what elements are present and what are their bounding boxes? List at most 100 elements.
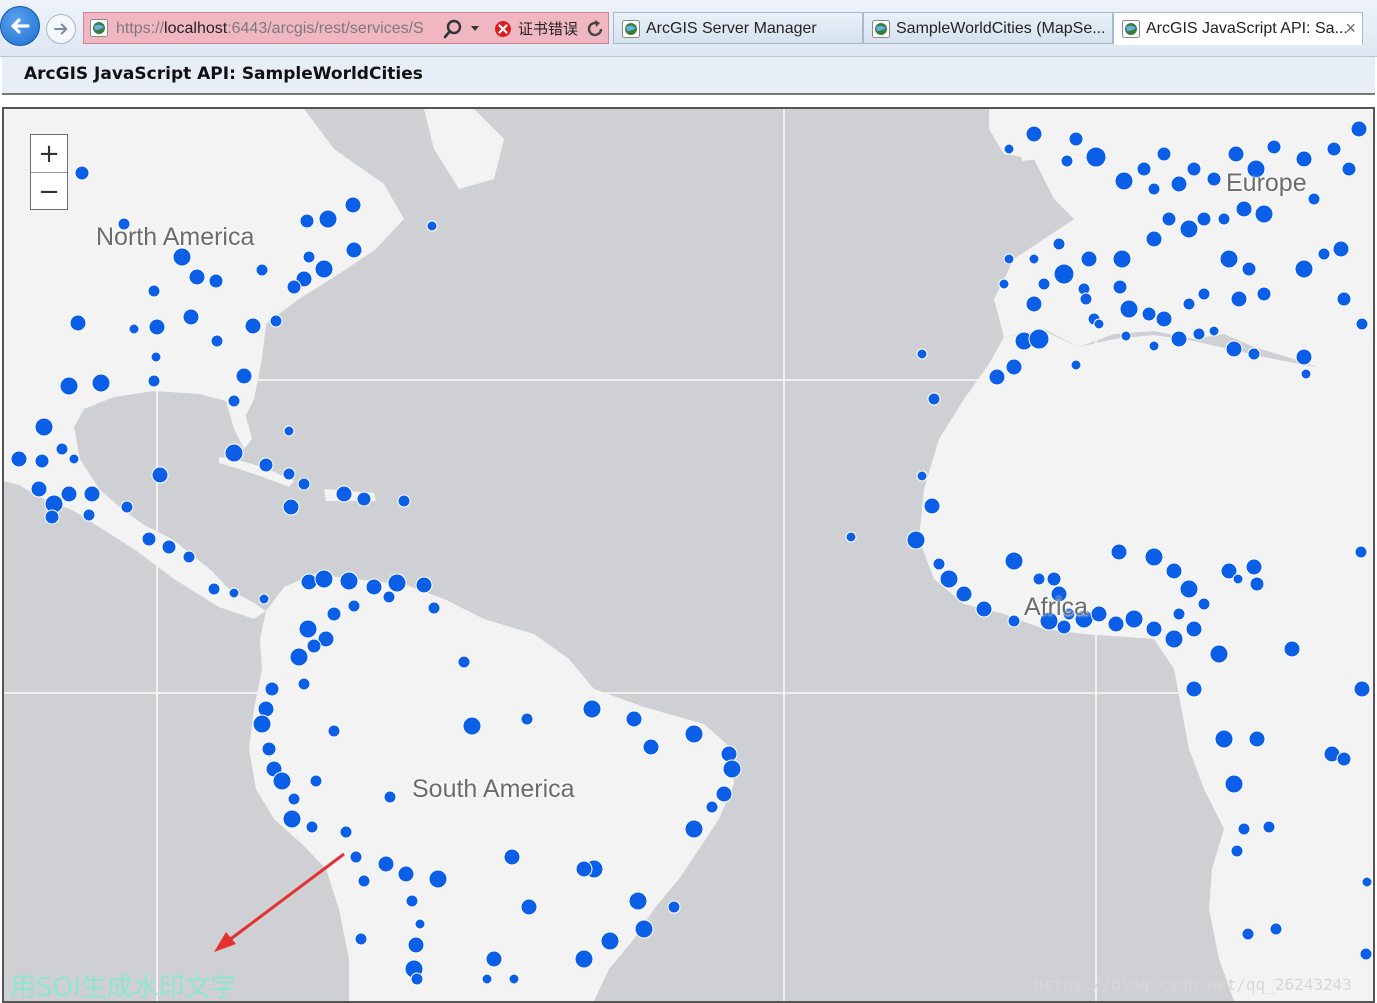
forward-button[interactable] bbox=[46, 14, 76, 44]
city-point[interactable] bbox=[1090, 605, 1108, 623]
tab-arcgis-server-manager[interactable]: ArcGIS Server Manager bbox=[613, 12, 863, 44]
city-point[interactable] bbox=[975, 600, 993, 618]
city-point[interactable] bbox=[1148, 340, 1160, 352]
city-point[interactable] bbox=[1224, 774, 1244, 794]
city-point[interactable] bbox=[335, 485, 353, 503]
city-point[interactable] bbox=[69, 314, 87, 332]
city-point[interactable] bbox=[207, 582, 221, 596]
back-button[interactable] bbox=[0, 6, 40, 46]
city-point[interactable] bbox=[715, 785, 733, 803]
city-point[interactable] bbox=[318, 209, 338, 229]
city-point[interactable] bbox=[1182, 297, 1196, 311]
city-point[interactable] bbox=[235, 367, 253, 385]
city-point[interactable] bbox=[1025, 125, 1043, 143]
city-point[interactable] bbox=[1156, 146, 1172, 162]
city-point[interactable] bbox=[1185, 620, 1203, 638]
city-point[interactable] bbox=[415, 576, 433, 594]
city-point[interactable] bbox=[1225, 340, 1243, 358]
city-point[interactable] bbox=[1079, 292, 1093, 306]
city-point[interactable] bbox=[258, 593, 270, 605]
city-point[interactable] bbox=[1350, 120, 1368, 138]
city-point[interactable] bbox=[503, 848, 521, 866]
city-point[interactable] bbox=[1068, 131, 1084, 147]
city-point[interactable] bbox=[1237, 822, 1251, 836]
city-point[interactable] bbox=[1120, 330, 1132, 342]
city-point[interactable] bbox=[1227, 145, 1245, 163]
city-point[interactable] bbox=[1170, 175, 1188, 193]
city-point[interactable] bbox=[397, 494, 411, 508]
address-bar[interactable]: https://localhost:6443/arcgis/rest/servi… bbox=[83, 12, 609, 44]
city-point[interactable] bbox=[520, 898, 538, 916]
city-point[interactable] bbox=[387, 573, 407, 593]
city-point[interactable] bbox=[210, 334, 224, 348]
city-point[interactable] bbox=[297, 477, 311, 491]
city-point[interactable] bbox=[59, 376, 79, 396]
city-point[interactable] bbox=[182, 308, 200, 326]
city-point[interactable] bbox=[1028, 253, 1040, 265]
city-point[interactable] bbox=[1112, 279, 1128, 295]
city-point[interactable] bbox=[327, 724, 341, 738]
city-point[interactable] bbox=[1217, 212, 1231, 226]
zoom-out-button[interactable]: − bbox=[31, 173, 67, 210]
city-point[interactable] bbox=[1355, 317, 1369, 331]
city-point[interactable] bbox=[1208, 325, 1220, 337]
city-point[interactable] bbox=[1144, 547, 1164, 567]
city-point[interactable] bbox=[1141, 306, 1157, 322]
city-point[interactable] bbox=[1235, 200, 1253, 218]
city-point[interactable] bbox=[286, 279, 302, 295]
city-point[interactable] bbox=[1124, 609, 1144, 629]
city-point[interactable] bbox=[1248, 730, 1266, 748]
city-point[interactable] bbox=[141, 531, 157, 547]
city-point[interactable] bbox=[1179, 579, 1199, 599]
city-point[interactable] bbox=[147, 374, 161, 388]
city-point[interactable] bbox=[1145, 230, 1163, 248]
city-point[interactable] bbox=[1341, 161, 1357, 177]
city-point[interactable] bbox=[1136, 161, 1152, 177]
city-point[interactable] bbox=[224, 443, 244, 463]
city-point[interactable] bbox=[1070, 359, 1082, 371]
city-point[interactable] bbox=[306, 638, 322, 654]
city-point[interactable] bbox=[1209, 644, 1229, 664]
city-point[interactable] bbox=[1172, 607, 1186, 621]
city-point[interactable] bbox=[1353, 680, 1371, 698]
city-point[interactable] bbox=[1266, 139, 1282, 155]
city-point[interactable] bbox=[357, 874, 371, 888]
city-point[interactable] bbox=[927, 392, 941, 406]
city-point[interactable] bbox=[1007, 614, 1021, 628]
city-point[interactable] bbox=[1003, 143, 1015, 155]
city-point[interactable] bbox=[625, 710, 643, 728]
city-point[interactable] bbox=[508, 973, 520, 985]
city-point[interactable] bbox=[269, 314, 283, 328]
city-point[interactable] bbox=[426, 220, 438, 232]
city-point[interactable] bbox=[1295, 348, 1313, 366]
city-point[interactable] bbox=[1192, 327, 1206, 341]
map-view[interactable]: + − North America Europe Africa South Am… bbox=[2, 107, 1375, 1003]
search-icon[interactable] bbox=[442, 18, 464, 40]
city-point[interactable] bbox=[1317, 247, 1331, 261]
city-point[interactable] bbox=[1107, 615, 1125, 633]
city-point[interactable] bbox=[128, 323, 140, 335]
city-point[interactable] bbox=[916, 470, 928, 482]
city-point[interactable] bbox=[314, 259, 334, 279]
city-point[interactable] bbox=[845, 531, 857, 543]
certificate-error-label[interactable]: 证书错误 bbox=[518, 19, 578, 39]
city-point[interactable] bbox=[1283, 640, 1301, 658]
city-point[interactable] bbox=[326, 606, 342, 622]
city-point[interactable] bbox=[150, 351, 162, 363]
city-point[interactable] bbox=[1032, 572, 1046, 586]
city-point[interactable] bbox=[1185, 680, 1203, 698]
city-point[interactable] bbox=[354, 932, 368, 946]
zoom-in-button[interactable]: + bbox=[31, 135, 67, 173]
city-point[interactable] bbox=[628, 891, 648, 911]
city-point[interactable] bbox=[407, 936, 425, 954]
city-point[interactable] bbox=[383, 790, 397, 804]
city-point[interactable] bbox=[1161, 211, 1177, 227]
city-point[interactable] bbox=[1197, 597, 1211, 611]
city-point[interactable] bbox=[1336, 751, 1352, 767]
city-point[interactable] bbox=[1186, 161, 1202, 177]
city-point[interactable] bbox=[405, 894, 419, 908]
city-point[interactable] bbox=[227, 394, 241, 408]
city-point[interactable] bbox=[1230, 290, 1248, 308]
address-url[interactable]: https://localhost:6443/arcgis/rest/servi… bbox=[116, 19, 436, 39]
city-point[interactable] bbox=[582, 699, 602, 719]
